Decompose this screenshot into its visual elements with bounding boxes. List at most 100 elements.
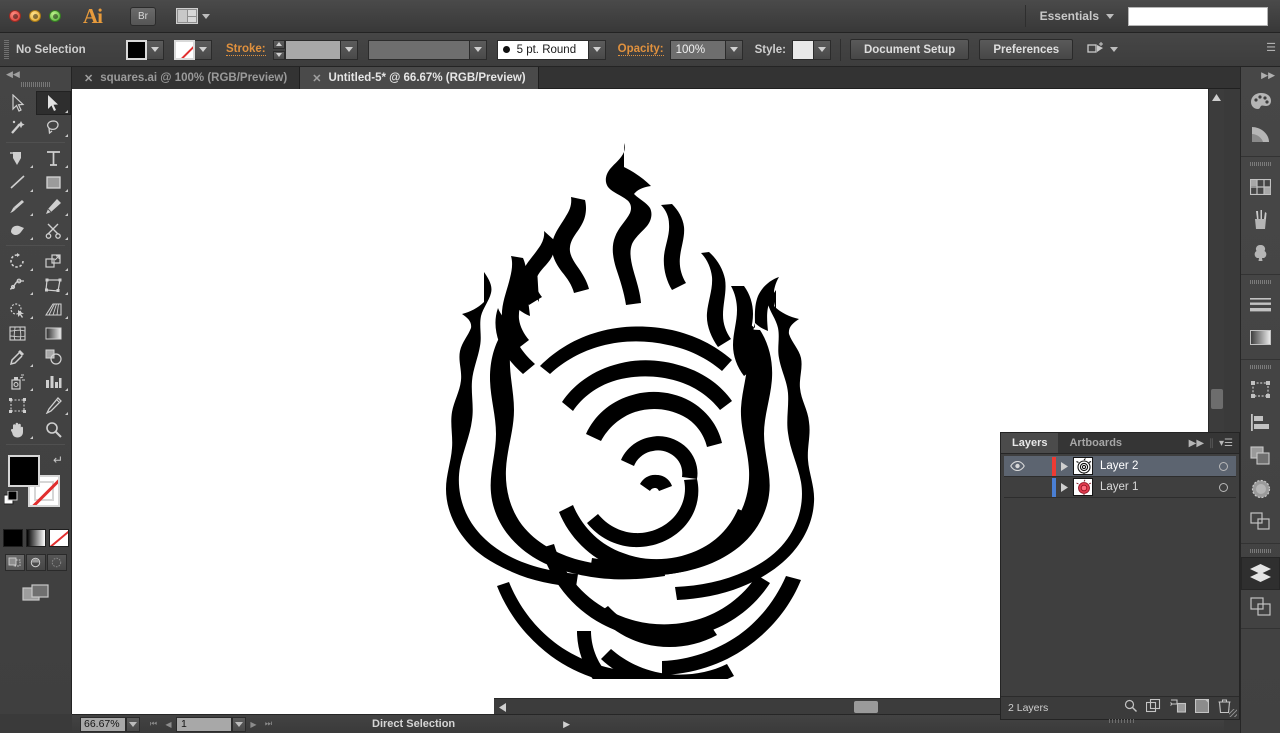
search-input[interactable] bbox=[1128, 6, 1268, 26]
pen-tool[interactable] bbox=[0, 146, 36, 170]
brush-definition-dropdown[interactable] bbox=[588, 39, 606, 60]
gradient-button[interactable] bbox=[25, 529, 46, 547]
layer-name[interactable]: Layer 2 bbox=[1100, 460, 1210, 472]
horizontal-scrollbar-thumb[interactable] bbox=[854, 701, 878, 713]
close-icon[interactable]: ✕ bbox=[312, 72, 321, 85]
stroke-swatch[interactable] bbox=[174, 39, 195, 60]
next-artboard-button[interactable]: ▶ bbox=[246, 717, 261, 732]
locate-object-icon[interactable] bbox=[1124, 699, 1137, 717]
toolbar-collapse-button[interactable]: ◀◀ bbox=[0, 67, 71, 81]
fill-color-swatch[interactable] bbox=[8, 455, 40, 487]
scroll-up-arrow[interactable] bbox=[1209, 89, 1224, 105]
fill-swatch-group[interactable] bbox=[126, 39, 164, 60]
document-tab-untitled5[interactable]: ✕ Untitled-5* @ 66.67% (RGB/Preview) bbox=[300, 67, 539, 89]
artboard-dropdown[interactable] bbox=[232, 716, 246, 732]
layer-disclosure-triangle[interactable] bbox=[1056, 482, 1073, 492]
layer-row-layer-1[interactable]: Layer 1 bbox=[1004, 477, 1236, 498]
zoom-level-dropdown[interactable] bbox=[126, 716, 140, 732]
graphic-style-dropdown[interactable] bbox=[813, 39, 831, 60]
artboard-number-field[interactable]: 1 bbox=[176, 716, 232, 732]
symbol-sprayer-tool[interactable] bbox=[0, 369, 36, 393]
width-profile-dropdown[interactable] bbox=[469, 39, 487, 60]
close-icon[interactable]: ✕ bbox=[84, 72, 93, 85]
layer-target-indicator[interactable] bbox=[1210, 482, 1236, 492]
align-to-button[interactable] bbox=[1087, 42, 1119, 57]
scissors-tool[interactable] bbox=[36, 218, 72, 242]
transform-panel-icon[interactable] bbox=[1241, 373, 1280, 406]
appearance-panel-icon[interactable] bbox=[1241, 505, 1280, 538]
change-screen-mode-button[interactable] bbox=[0, 583, 71, 603]
first-artboard-button[interactable]: ⏮ bbox=[146, 717, 161, 732]
dock-group-grip[interactable] bbox=[1249, 162, 1272, 166]
tab-artboards[interactable]: Artboards bbox=[1058, 433, 1133, 453]
brush-definition-field[interactable]: 5 pt. Round bbox=[496, 39, 589, 60]
artboard-tool[interactable] bbox=[0, 393, 36, 417]
stroke-weight-decrease[interactable] bbox=[272, 50, 285, 60]
create-new-layer-icon[interactable] bbox=[1194, 698, 1210, 718]
column-graph-tool[interactable] bbox=[36, 369, 72, 393]
gradient-panel-icon[interactable] bbox=[1241, 321, 1280, 354]
panel-resize-grip[interactable] bbox=[1229, 709, 1237, 717]
swap-fill-stroke-icon[interactable]: ↵ bbox=[53, 453, 63, 467]
stroke-weight-stepper[interactable] bbox=[272, 39, 285, 60]
default-fill-stroke-icon[interactable] bbox=[3, 490, 20, 512]
layer-name[interactable]: Layer 1 bbox=[1100, 481, 1210, 493]
fill-swatch[interactable] bbox=[126, 39, 147, 60]
pathfinder-panel-icon[interactable] bbox=[1241, 439, 1280, 472]
slice-tool[interactable] bbox=[36, 393, 72, 417]
width-tool[interactable] bbox=[0, 273, 36, 297]
make-clipping-mask-icon[interactable] bbox=[1145, 698, 1161, 718]
control-bar-grip[interactable] bbox=[4, 39, 9, 60]
color-guide-panel-icon[interactable] bbox=[1241, 118, 1280, 151]
opacity-field[interactable]: 100% bbox=[669, 39, 726, 60]
workspace-switcher[interactable]: Essentials bbox=[1024, 5, 1114, 27]
create-new-sublayer-icon[interactable] bbox=[1170, 698, 1187, 718]
last-artboard-button[interactable]: ⏭ bbox=[261, 717, 276, 732]
minimize-window-button[interactable] bbox=[29, 10, 41, 22]
layer-row-layer-2[interactable]: Layer 2 bbox=[1004, 456, 1236, 477]
artboards-panel-icon[interactable] bbox=[1241, 590, 1280, 623]
preferences-button[interactable]: Preferences bbox=[979, 39, 1074, 60]
tab-layers[interactable]: Layers bbox=[1001, 433, 1059, 453]
rose-flame-emblem[interactable] bbox=[372, 134, 872, 679]
shape-builder-tool[interactable] bbox=[0, 297, 36, 321]
layer-visibility-toggle[interactable] bbox=[1004, 461, 1030, 471]
arrange-documents-button[interactable] bbox=[176, 8, 210, 24]
direct-selection-tool[interactable] bbox=[35, 91, 71, 115]
layer-target-indicator[interactable] bbox=[1210, 461, 1236, 471]
align-panel-icon[interactable] bbox=[1241, 406, 1280, 439]
gradient-tool[interactable] bbox=[36, 321, 72, 345]
status-menu-arrow[interactable]: ▶ bbox=[563, 719, 570, 730]
stroke-panel-icon[interactable] bbox=[1241, 288, 1280, 321]
stroke-dropdown-button[interactable] bbox=[195, 39, 212, 60]
draw-behind-button[interactable] bbox=[25, 554, 46, 571]
opacity-dropdown[interactable] bbox=[725, 39, 743, 60]
color-panel-icon[interactable] bbox=[1241, 85, 1280, 118]
lasso-tool[interactable] bbox=[36, 115, 72, 139]
document-tab-squares[interactable]: ✕ squares.ai @ 100% (RGB/Preview) bbox=[72, 67, 301, 89]
dock-group-grip[interactable] bbox=[1249, 549, 1272, 553]
layer-disclosure-triangle[interactable] bbox=[1056, 461, 1073, 471]
swatches-panel-icon[interactable] bbox=[1241, 170, 1280, 203]
draw-normal-button[interactable] bbox=[4, 554, 25, 571]
opacity-label[interactable]: Opacity: bbox=[617, 43, 664, 56]
brushes-panel-icon[interactable] bbox=[1241, 203, 1280, 236]
pencil-tool[interactable] bbox=[36, 194, 72, 218]
zoom-level-field[interactable]: 66.67% bbox=[80, 716, 126, 732]
dock-group-grip[interactable] bbox=[1249, 280, 1272, 284]
paintbrush-tool[interactable] bbox=[0, 194, 36, 218]
none-button[interactable] bbox=[48, 529, 69, 547]
scroll-left-arrow[interactable] bbox=[494, 699, 510, 715]
hand-tool[interactable] bbox=[0, 417, 36, 441]
graphic-style-swatch[interactable] bbox=[791, 39, 814, 60]
rectangle-tool[interactable] bbox=[36, 170, 72, 194]
width-profile-field[interactable] bbox=[367, 39, 470, 60]
stroke-weight-dropdown[interactable] bbox=[340, 39, 358, 60]
blob-brush-tool[interactable] bbox=[0, 218, 36, 242]
symbols-panel-icon[interactable] bbox=[1241, 236, 1280, 269]
zoom-window-button[interactable] bbox=[49, 10, 61, 22]
blend-tool[interactable] bbox=[36, 345, 72, 369]
draw-inside-button[interactable] bbox=[46, 554, 67, 571]
panel-drag-handle[interactable] bbox=[1109, 719, 1135, 723]
bridge-button[interactable]: Br bbox=[130, 6, 156, 26]
